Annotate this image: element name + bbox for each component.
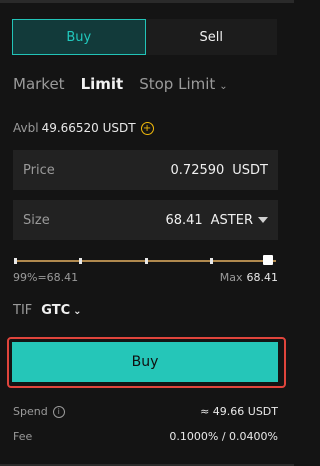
spend-value: ≈ 49.66 USDT bbox=[200, 405, 278, 418]
tab-limit[interactable]: Limit bbox=[81, 75, 124, 93]
time-in-force: TIF GTC ⌄ bbox=[13, 303, 82, 318]
available-label: Avbl bbox=[13, 121, 39, 135]
max-size: Max 68.41 bbox=[220, 271, 278, 284]
buy-sell-toggle: Buy Sell bbox=[12, 19, 277, 55]
sell-tab[interactable]: Sell bbox=[145, 19, 277, 55]
slider-mark-50[interactable] bbox=[145, 258, 148, 264]
fee-label: Fee bbox=[13, 430, 33, 443]
buy-button[interactable]: Buy bbox=[12, 342, 278, 382]
tif-value: GTC bbox=[41, 303, 71, 318]
order-type-tabs: Market Limit Stop Limit ⌄ bbox=[13, 75, 244, 93]
price-field[interactable]: Price 0.72590 USDT bbox=[13, 150, 278, 190]
slider-labels: 99%=68.41 Max 68.41 bbox=[13, 271, 278, 284]
chevron-down-icon: ⌄ bbox=[219, 81, 228, 92]
tif-label: TIF bbox=[13, 303, 33, 318]
slider-mark-25[interactable] bbox=[79, 258, 82, 264]
available-balance: Avbl 49.66520 USDT + bbox=[13, 121, 154, 135]
spend-label: Spend bbox=[13, 405, 48, 418]
price-unit: USDT bbox=[232, 162, 268, 178]
slider-mark-0[interactable] bbox=[14, 258, 17, 264]
price-label: Price bbox=[23, 162, 55, 178]
spend-row: Spend i ≈ 49.66 USDT bbox=[13, 405, 278, 418]
add-funds-icon[interactable]: + bbox=[140, 121, 154, 135]
tab-stop-limit[interactable]: Stop Limit ⌄ bbox=[139, 75, 227, 93]
caret-down-icon[interactable] bbox=[258, 217, 268, 223]
fee-row: Fee 0.1000% / 0.0400% bbox=[13, 430, 278, 443]
available-value: 49.66520 USDT bbox=[41, 121, 136, 135]
price-input[interactable]: 0.72590 bbox=[171, 163, 225, 178]
tab-market[interactable]: Market bbox=[13, 75, 65, 93]
top-divider bbox=[0, 0, 294, 3]
slider-thumb[interactable] bbox=[263, 255, 273, 265]
spend-label-wrap: Spend i bbox=[13, 405, 65, 418]
size-unit[interactable]: ASTER bbox=[211, 213, 253, 228]
max-label: Max bbox=[219, 271, 243, 284]
slider-mark-75[interactable] bbox=[210, 258, 213, 264]
size-label: Size bbox=[23, 212, 50, 228]
info-icon[interactable]: i bbox=[52, 405, 65, 418]
tif-select[interactable]: GTC ⌄ bbox=[41, 303, 81, 318]
size-field[interactable]: Size 68.41 ASTER bbox=[13, 200, 278, 240]
size-slider[interactable] bbox=[14, 254, 276, 268]
buy-tab[interactable]: Buy bbox=[12, 19, 146, 55]
size-input[interactable]: 68.41 bbox=[165, 213, 202, 228]
max-value: 68.41 bbox=[246, 271, 279, 284]
tab-stop-limit-label: Stop Limit bbox=[139, 75, 216, 93]
chevron-down-icon: ⌄ bbox=[73, 306, 82, 317]
slider-percent-label: 99%=68.41 bbox=[13, 271, 79, 284]
fee-value: 0.1000% / 0.0400% bbox=[169, 430, 278, 443]
